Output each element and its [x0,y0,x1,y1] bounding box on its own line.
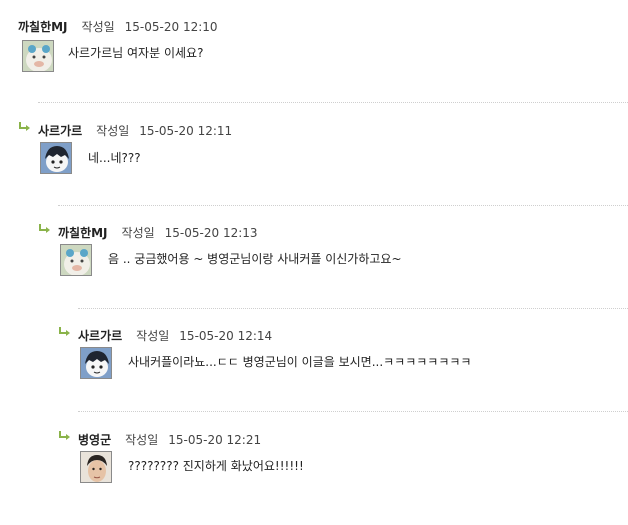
comment-date: 15-05-20 12:11 [139,123,233,138]
reply-arrow-icon [59,431,70,440]
comment-date: 15-05-20 12:13 [164,225,258,240]
cat-mj-avatar-icon [23,41,53,71]
divider [78,411,628,412]
avatar [22,40,54,72]
comment-date: 15-05-20 12:21 [168,432,262,447]
date-label: 작성일 [125,433,159,447]
comment-author[interactable]: 까칠한MJ [18,20,68,34]
divider [58,205,628,206]
comment-meta: 까칠한MJ 작성일 15-05-20 12:10 [18,16,218,35]
reply-arrow-icon [39,224,50,233]
date-label: 작성일 [96,124,130,138]
comment-meta: 사르가르 작성일 15-05-20 12:14 [78,325,273,344]
comment-text: 음 .. 궁금했어용 ~ 병영군님이랑 사내커플 이신가하고요~ [108,252,402,266]
comment-meta: 까칠한MJ 작성일 15-05-20 12:13 [58,222,258,241]
reply-arrow-icon [59,327,70,336]
man-face-avatar-icon [81,452,111,482]
avatar [80,347,112,379]
date-label: 작성일 [121,226,155,240]
avatar [40,142,72,174]
comment-author[interactable]: 병영군 [78,433,111,447]
divider [38,102,628,103]
comment-meta: 병영군 작성일 15-05-20 12:21 [78,429,262,448]
dark-hair-cartoon-avatar-icon [81,348,111,378]
avatar [80,451,112,483]
dark-hair-cartoon-avatar-icon [41,143,71,173]
comment-text: ???????? 진지하게 화났어요!!!!!! [128,459,304,473]
comment-author[interactable]: 까칠한MJ [58,226,108,240]
date-label: 작성일 [136,329,170,343]
comment-date: 15-05-20 12:14 [179,328,273,343]
comment-text: 사내커플이라뇨...ㄷㄷ 병영군님이 이글을 보시면...ㅋㅋㅋㅋㅋㅋㅋㅋ [128,355,472,369]
comment-meta: 사르가르 작성일 15-05-20 12:11 [38,120,233,139]
reply-arrow-icon [19,122,30,131]
comment-date: 15-05-20 12:10 [124,19,218,34]
date-label: 작성일 [81,20,115,34]
comment-text: 사르가르님 여자분 이세요? [68,46,204,60]
avatar [60,244,92,276]
comment-author[interactable]: 사르가르 [78,329,122,343]
comment-text: 네...네??? [88,151,141,165]
divider [78,308,628,309]
comment-author[interactable]: 사르가르 [38,124,82,138]
cat-mj-avatar-icon [61,245,91,275]
